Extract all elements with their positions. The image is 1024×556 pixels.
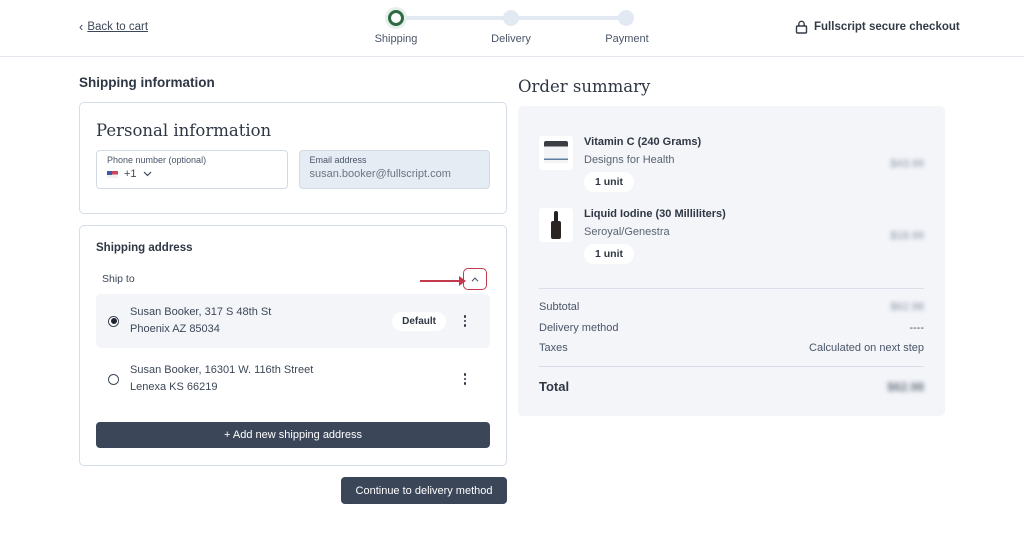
taxes-value: Calculated on next step — [809, 342, 924, 355]
address-radio-1[interactable] — [108, 315, 119, 327]
address-2-line1: Susan Booker, 16301 W. 116th Street — [130, 364, 314, 376]
annotation-arrow-icon — [420, 276, 466, 286]
checkout-stepper: Shipping Delivery Payment — [365, 8, 665, 48]
step-label-payment: Payment — [605, 33, 649, 45]
subtotal-label: Subtotal — [539, 301, 580, 314]
more-options-icon[interactable] — [460, 373, 470, 385]
subtotal-row: Subtotal $62.98 — [539, 297, 924, 318]
step-label-delivery: Delivery — [491, 33, 531, 45]
summary-divider — [539, 365, 924, 367]
personal-information-title: Personal information — [96, 121, 272, 140]
email-label: Email address — [309, 155, 367, 165]
phone-number-field[interactable]: Phone number (optional) +1 — [96, 150, 288, 189]
summary-divider — [539, 288, 924, 289]
add-shipping-address-button[interactable]: + Add new shipping address — [96, 422, 490, 448]
address-radio-2[interactable] — [108, 373, 119, 385]
us-flag-icon — [107, 170, 118, 178]
total-row: Total $62.98 — [539, 376, 924, 398]
product-item: Vitamin C (240 Grams) Designs for Health… — [539, 136, 924, 206]
email-value: susan.booker@fullscript.com — [309, 168, 451, 180]
secure-checkout: Fullscript secure checkout — [795, 20, 960, 34]
address-1-line2: Phoenix AZ 85034 — [130, 323, 220, 335]
product-brand: Designs for Health — [584, 154, 675, 166]
address-option-1[interactable]: Susan Booker, 317 S 48th St Phoenix AZ 8… — [96, 294, 490, 348]
product-brand: Seroyal/Genestra — [584, 226, 670, 238]
secure-checkout-label: Fullscript secure checkout — [814, 21, 960, 33]
shipping-address-card: Shipping address Ship to Susan Booker, 3… — [79, 225, 507, 466]
shipping-address-title: Shipping address — [96, 242, 193, 254]
step-dot-shipping — [388, 10, 404, 26]
step-dot-payment — [618, 10, 634, 26]
order-summary-card: Vitamin C (240 Grams) Designs for Health… — [518, 106, 945, 416]
subtotal-value: $62.98 — [890, 301, 924, 314]
chevron-down-icon[interactable] — [143, 171, 152, 177]
back-to-cart-link[interactable]: ‹ Back to cart — [79, 20, 148, 33]
email-field[interactable]: Email address susan.booker@fullscript.co… — [298, 150, 490, 189]
delivery-method-value: ---- — [909, 321, 924, 334]
product-image-vitamin-c — [539, 136, 573, 170]
product-name: Vitamin C (240 Grams) — [584, 136, 702, 148]
product-image-liquid-iodine — [539, 208, 573, 242]
total-value: $62.98 — [887, 379, 924, 394]
checkout-header: ‹ Back to cart Shipping Delivery Payment… — [0, 0, 1024, 57]
step-label-shipping: Shipping — [374, 33, 418, 45]
country-code[interactable]: +1 — [124, 168, 137, 180]
phone-number-label: Phone number (optional) — [107, 155, 207, 165]
shipping-information-title: Shipping information — [79, 75, 215, 90]
total-label: Total — [539, 379, 570, 394]
product-item: Liquid Iodine (30 Milliliters) Seroyal/G… — [539, 208, 924, 278]
address-1-line1: Susan Booker, 317 S 48th St — [130, 306, 272, 318]
continue-to-delivery-button[interactable]: Continue to delivery method — [341, 477, 507, 504]
step-dot-delivery — [503, 10, 519, 26]
taxes-row: Taxes Calculated on next step — [539, 338, 924, 359]
chevron-up-icon — [471, 276, 479, 282]
product-price: $18.99 — [890, 230, 924, 242]
personal-information-card: Personal information Phone number (optio… — [79, 102, 507, 214]
product-name: Liquid Iodine (30 Milliliters) — [584, 208, 726, 220]
order-summary-column: Order summary Vitamin C (240 Grams) Desi… — [518, 75, 945, 416]
collapse-addresses-button[interactable] — [463, 268, 487, 290]
order-summary-title: Order summary — [518, 77, 651, 96]
default-badge: Default — [392, 311, 446, 331]
back-to-cart-label: Back to cart — [87, 20, 149, 33]
product-quantity: 1 unit — [584, 172, 634, 192]
lock-icon — [795, 20, 808, 34]
chevron-left-icon: ‹ — [79, 19, 84, 34]
address-option-2[interactable]: Susan Booker, 16301 W. 116th Street Lene… — [96, 352, 490, 406]
product-price: $43.99 — [890, 158, 924, 170]
address-2-line2: Lenexa KS 66219 — [130, 381, 218, 393]
shipping-column: Shipping information Personal informatio… — [79, 75, 507, 504]
taxes-label: Taxes — [539, 342, 568, 355]
delivery-method-row: Delivery method ---- — [539, 318, 924, 339]
delivery-method-label: Delivery method — [539, 321, 619, 334]
product-quantity: 1 unit — [584, 244, 634, 264]
more-options-icon[interactable] — [460, 315, 470, 327]
ship-to-label: Ship to — [102, 273, 135, 285]
